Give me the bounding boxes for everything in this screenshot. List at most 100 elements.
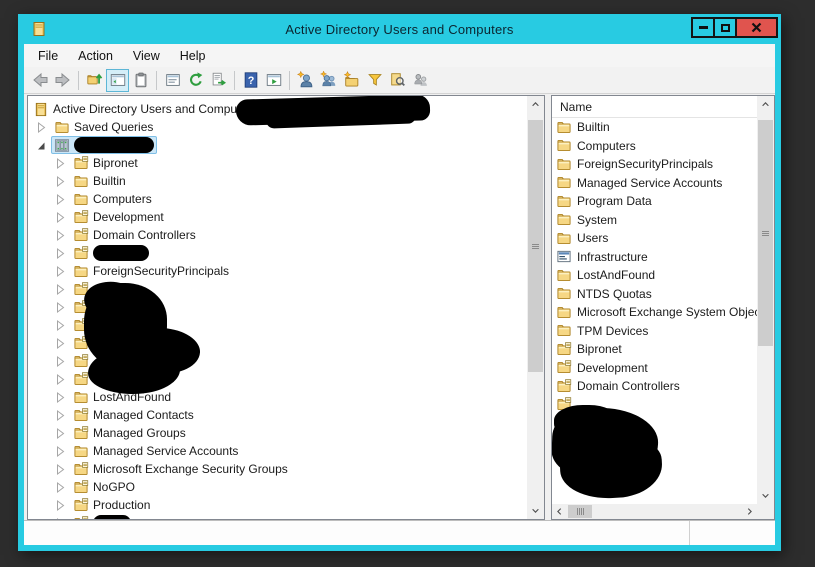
- expander-icon[interactable]: [56, 319, 70, 331]
- toolbar-button-find[interactable]: [386, 69, 409, 92]
- scroll-down-button[interactable]: [527, 502, 544, 519]
- tree-item-icon: [73, 210, 89, 225]
- list-horizontal-scrollbar[interactable]: [552, 504, 757, 519]
- tree-item[interactable]: Development: [28, 208, 527, 226]
- toolbar-button-clipboard[interactable]: [129, 69, 152, 92]
- expander-icon[interactable]: [56, 193, 70, 205]
- list-item[interactable]: Infrastructure: [552, 248, 757, 267]
- tree-item[interactable]: Domain Controllers: [28, 226, 527, 244]
- list-item[interactable]: Development: [552, 359, 757, 378]
- expander-icon[interactable]: [56, 445, 70, 457]
- menu-help[interactable]: Help: [170, 46, 216, 66]
- tree-item[interactable]: Computers: [28, 190, 527, 208]
- tree-item[interactable]: ForeignSecurityPrincipals: [28, 262, 527, 280]
- list-item[interactable]: TPM Devices: [552, 322, 757, 341]
- expander-icon[interactable]: [56, 427, 70, 439]
- expander-icon[interactable]: [56, 247, 70, 259]
- scroll-up-button[interactable]: [757, 96, 774, 113]
- toolbar-button-open-new-window[interactable]: [262, 69, 285, 92]
- expander-icon[interactable]: [56, 517, 70, 519]
- expander-icon[interactable]: [56, 481, 70, 493]
- list-item[interactable]: Domain Controllers: [552, 377, 757, 396]
- scroll-right-button[interactable]: [742, 504, 757, 519]
- expander-icon[interactable]: [56, 283, 70, 295]
- menu-file[interactable]: File: [28, 46, 68, 66]
- toolbar-button-back[interactable]: [28, 69, 51, 92]
- tree-item[interactable]: Production: [28, 496, 527, 514]
- list-vertical-scrollbar[interactable]: [757, 96, 774, 504]
- expander-icon[interactable]: [37, 121, 51, 133]
- expander-icon[interactable]: [56, 499, 70, 511]
- tree-item[interactable]: LostAndFound: [28, 388, 527, 406]
- menu-view[interactable]: View: [123, 46, 170, 66]
- list-item[interactable]: Bipronet: [552, 340, 757, 359]
- list-item-icon: [556, 138, 572, 153]
- expander-icon[interactable]: [56, 409, 70, 421]
- toolbar-button-new-group[interactable]: [317, 69, 340, 92]
- expander-icon[interactable]: [56, 265, 70, 277]
- list-item[interactable]: Program Data: [552, 192, 757, 211]
- tree-item[interactable]: [28, 244, 527, 262]
- toolbar-button-new-user[interactable]: [294, 69, 317, 92]
- scroll-left-button[interactable]: [552, 504, 567, 519]
- list-item[interactable]: Computers: [552, 137, 757, 156]
- toolbar-button-show-console-tree[interactable]: [106, 69, 129, 92]
- toolbar-button-forward[interactable]: [51, 69, 74, 92]
- toolbar-button-up-one-level[interactable]: [83, 69, 106, 92]
- menu-action[interactable]: Action: [68, 46, 123, 66]
- tree-item[interactable]: Managed Service Accounts: [28, 442, 527, 460]
- tree-item[interactable]: NoGPO: [28, 478, 527, 496]
- tree-item-selection: Domain Controllers: [70, 227, 199, 244]
- list-item[interactable]: System: [552, 211, 757, 230]
- close-button[interactable]: [735, 17, 778, 38]
- expander-icon[interactable]: [37, 139, 51, 151]
- chevron-down-icon: [761, 491, 770, 500]
- expander-icon[interactable]: [56, 463, 70, 475]
- export-list-icon: [210, 71, 228, 89]
- tree-item[interactable]: Bipronet: [28, 154, 527, 172]
- expander-icon[interactable]: [56, 157, 70, 169]
- titlebar[interactable]: Active Directory Users and Computers: [18, 14, 781, 44]
- list-item[interactable]: Users: [552, 229, 757, 248]
- chevron-up-icon: [531, 100, 540, 109]
- maximize-button[interactable]: [713, 17, 737, 38]
- toolbar-button-properties-window[interactable]: [161, 69, 184, 92]
- tree-vertical-scrollbar[interactable]: [527, 96, 544, 519]
- toolbar-button-change-domain[interactable]: [409, 69, 432, 92]
- tree-item[interactable]: [28, 514, 527, 519]
- scroll-up-button[interactable]: [527, 96, 544, 113]
- expander-icon[interactable]: [56, 337, 70, 349]
- scrollbar-thumb[interactable]: [568, 505, 592, 518]
- tree-item[interactable]: Builtin: [28, 172, 527, 190]
- tree-item[interactable]: [28, 136, 527, 154]
- list-item[interactable]: LostAndFound: [552, 266, 757, 285]
- expander-icon[interactable]: [56, 355, 70, 367]
- toolbar-button-filter[interactable]: [363, 69, 386, 92]
- expander-icon[interactable]: [56, 391, 70, 403]
- scrollbar-thumb[interactable]: [758, 120, 773, 346]
- list-item[interactable]: ForeignSecurityPrincipals: [552, 155, 757, 174]
- results-list-pane: Name Builtin Computers ForeignSecurityPr…: [551, 95, 775, 520]
- minimize-button[interactable]: [691, 17, 715, 38]
- expander-icon[interactable]: [56, 229, 70, 241]
- tree-item[interactable]: Managed Contacts: [28, 406, 527, 424]
- expander-icon[interactable]: [56, 211, 70, 223]
- scroll-down-button[interactable]: [757, 487, 774, 504]
- tree-item[interactable]: Managed Groups: [28, 424, 527, 442]
- toolbar-button-refresh[interactable]: [184, 69, 207, 92]
- list-item[interactable]: Builtin: [552, 118, 757, 137]
- expander-icon[interactable]: [56, 175, 70, 187]
- list-item[interactable]: Managed Service Accounts: [552, 174, 757, 193]
- toolbar-button-export-list[interactable]: [207, 69, 230, 92]
- list-item[interactable]: Microsoft Exchange System Object: [552, 303, 757, 322]
- expander-icon[interactable]: [56, 301, 70, 313]
- list-item[interactable]: NTDS Quotas: [552, 285, 757, 304]
- toolbar-button-new-org-unit[interactable]: [340, 69, 363, 92]
- toolbar-button-help[interactable]: [239, 69, 262, 92]
- redaction-blob: [93, 245, 149, 261]
- column-header-name[interactable]: Name: [552, 96, 757, 118]
- scrollbar-thumb[interactable]: [528, 120, 543, 372]
- expander-icon[interactable]: [56, 373, 70, 385]
- tree-item[interactable]: Microsoft Exchange Security Groups: [28, 460, 527, 478]
- tree-item-selection: [70, 514, 134, 519]
